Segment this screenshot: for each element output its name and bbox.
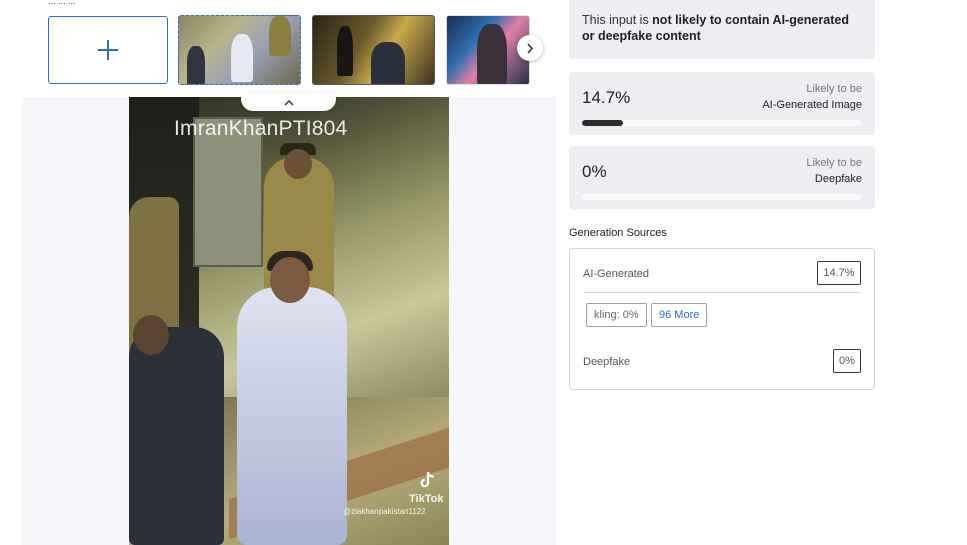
- watermark-username: @ziakhanpakistan1122: [343, 507, 426, 516]
- deepfake-metric: 0% Likely to be Deepfake: [569, 146, 875, 209]
- generation-sources-title: Generation Sources: [569, 227, 667, 239]
- thumbnail-figure: [337, 26, 353, 76]
- image-central-figure: [237, 251, 347, 545]
- image-guard-head: [284, 149, 312, 179]
- thumbnail-figure: [187, 46, 205, 84]
- thumbnail[interactable]: [312, 15, 435, 85]
- image-officer: [129, 315, 224, 545]
- next-thumbnails-button[interactable]: [517, 35, 543, 61]
- deepfake-likely-label: Likely to be: [806, 157, 862, 169]
- more-sources-button[interactable]: 96 More: [651, 303, 708, 327]
- ai-image-progress-fill: [582, 120, 624, 126]
- watermark-title: ImranKhanPTI804: [174, 117, 348, 140]
- watermark-platform: TikTok: [409, 493, 444, 505]
- thumbnail-selected[interactable]: [178, 15, 301, 85]
- thumbnail-figure: [269, 16, 291, 56]
- ai-image-percent: 14.7%: [582, 88, 631, 107]
- chevron-right-icon: [527, 42, 534, 54]
- divider: [583, 292, 861, 293]
- thumbnail-figure: [371, 42, 405, 84]
- generation-sources-card: AI-Generated 14.7% kling: 0% 96 More Dee…: [569, 248, 875, 390]
- ai-generated-label: AI-Generated: [583, 268, 650, 280]
- deepfake-label: Deepfake: [583, 356, 631, 368]
- thumbnail-figure: [231, 34, 253, 82]
- image-figure-head: [270, 257, 310, 303]
- deepfake-value: 0%: [833, 349, 861, 373]
- ai-generated-value: 14.7%: [817, 261, 861, 285]
- notice-prefix: This input is: [582, 13, 653, 27]
- preview-image: ImranKhanPTI804 TikTok @ziakhanpakistan1…: [129, 97, 449, 545]
- image-officer-head: [133, 315, 169, 355]
- plus-icon: [98, 40, 118, 60]
- tiktok-icon: [420, 471, 434, 488]
- thumbnail-figure: [477, 24, 507, 84]
- ai-image-progress-bar: [582, 120, 862, 126]
- result-notice: This input is not likely to contain AI-g…: [569, 0, 875, 59]
- collapse-thumbnails-button[interactable]: [241, 93, 336, 111]
- ai-image-metric: 14.7% Likely to be AI-Generated Image: [569, 72, 875, 135]
- ai-image-kind: AI-Generated Image: [762, 99, 862, 111]
- add-image-button[interactable]: [48, 16, 168, 84]
- deepfake-kind: Deepfake: [814, 173, 862, 185]
- chevron-up-icon: [283, 99, 294, 106]
- ai-image-likely-label: Likely to be: [806, 83, 862, 95]
- page: ... ... ... ImranKhanPTI804 TikTok @ziak…: [0, 0, 967, 545]
- deepfake-percent: 0%: [582, 162, 607, 181]
- deepfake-progress-bar: [582, 194, 862, 200]
- top-text: ... ... ...: [48, 0, 76, 6]
- source-chip-kling[interactable]: kling: 0%: [586, 303, 647, 327]
